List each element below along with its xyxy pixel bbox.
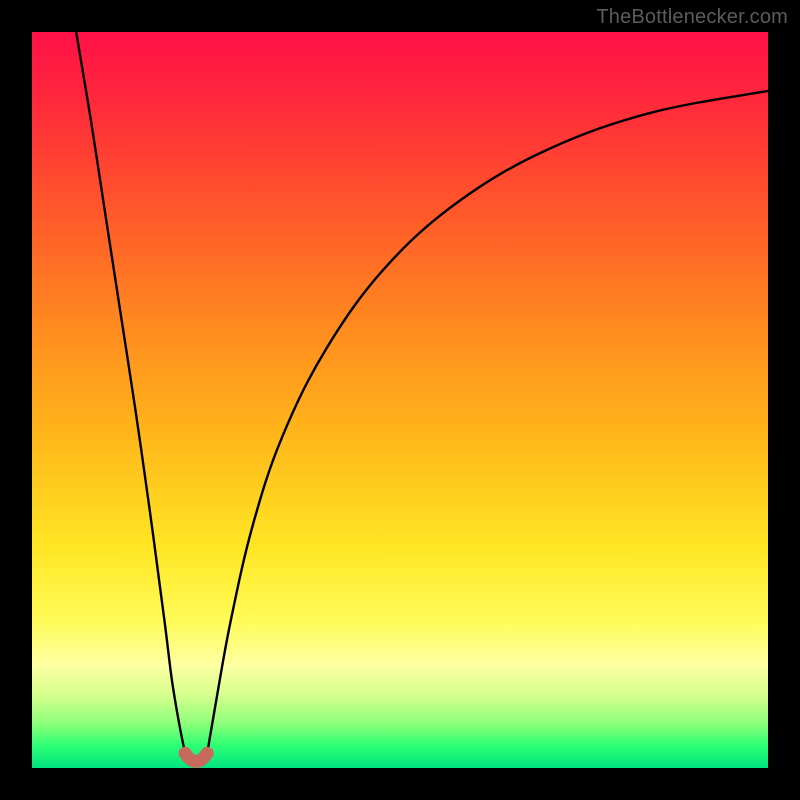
credit-text: TheBottlenecker.com [596, 6, 788, 29]
plot-area [32, 32, 768, 768]
outer-frame: TheBottlenecker.com [0, 0, 800, 800]
chart-svg [32, 32, 768, 768]
gradient-background [32, 32, 768, 768]
